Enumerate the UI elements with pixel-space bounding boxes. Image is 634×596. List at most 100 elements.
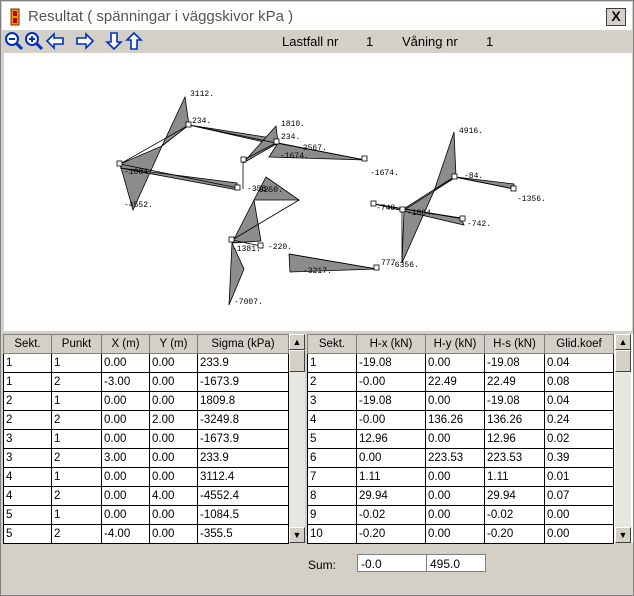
- cell-hx[interactable]: -0.20: [356, 524, 426, 544]
- table-row[interactable]: 8 29.94 0.00 29.94 0.07: [307, 486, 614, 506]
- table-row[interactable]: 3 2 3.00 0.00 233.9: [3, 448, 289, 468]
- table-row[interactable]: 5 1 0.00 0.00 -1084.5: [3, 505, 289, 525]
- cell-hy[interactable]: 136.26: [425, 410, 485, 430]
- cell-glidkoef[interactable]: 0.39: [544, 448, 614, 468]
- cell-sekt[interactable]: 3: [307, 391, 357, 411]
- cell-sekt[interactable]: 1: [307, 353, 357, 373]
- cell-glidkoef[interactable]: 0.00: [544, 524, 614, 544]
- scroll-up-icon[interactable]: ▲: [289, 334, 305, 350]
- cell-sigma[interactable]: -1673.9: [197, 429, 289, 449]
- table-row[interactable]: 1 1 0.00 0.00 233.9: [3, 353, 289, 373]
- close-button[interactable]: X: [606, 8, 626, 26]
- cell-sigma[interactable]: -4552.4: [197, 486, 289, 506]
- cell-punkt[interactable]: 1: [51, 467, 102, 487]
- table-row[interactable]: 1 2 -3.00 0.00 -1673.9: [3, 372, 289, 392]
- cell-hy[interactable]: 223.53: [425, 448, 485, 468]
- cell-punkt[interactable]: 2: [51, 524, 102, 544]
- cell-hy[interactable]: 0.00: [425, 391, 485, 411]
- cell-sekt[interactable]: 3: [3, 448, 52, 468]
- cell-sekt[interactable]: 4: [3, 467, 52, 487]
- header-punkt[interactable]: Punkt: [51, 334, 102, 354]
- cell-x[interactable]: 0.00: [101, 410, 150, 430]
- header-y[interactable]: Y (m): [149, 334, 198, 354]
- table-row[interactable]: 5 12.96 0.00 12.96 0.02: [307, 429, 614, 449]
- table-row[interactable]: 2 1 0.00 0.00 1809.8: [3, 391, 289, 411]
- cell-glidkoef[interactable]: 0.00: [544, 505, 614, 525]
- cell-punkt[interactable]: 1: [51, 429, 102, 449]
- cell-hy[interactable]: 0.00: [425, 353, 485, 373]
- cell-y[interactable]: 4.00: [149, 486, 198, 506]
- cell-sigma[interactable]: -355.5: [197, 524, 289, 544]
- cell-x[interactable]: 3.00: [101, 448, 150, 468]
- cell-y[interactable]: 0.00: [149, 391, 198, 411]
- table-row[interactable]: 5 2 -4.00 0.00 -355.5: [3, 524, 289, 544]
- cell-hy[interactable]: 0.00: [425, 524, 485, 544]
- header-sekt[interactable]: Sekt.: [3, 334, 52, 354]
- cell-x[interactable]: 0.00: [101, 486, 150, 506]
- table-row[interactable]: 10 -0.20 0.00 -0.20 0.00: [307, 524, 614, 544]
- right-scrollbar[interactable]: ▲ ▼: [615, 334, 631, 543]
- cell-sigma[interactable]: 233.9: [197, 448, 289, 468]
- cell-y[interactable]: 0.00: [149, 448, 198, 468]
- cell-sekt[interactable]: 2: [307, 372, 357, 392]
- table-row[interactable]: 4 2 0.00 4.00 -4552.4: [3, 486, 289, 506]
- scroll-up-icon[interactable]: ▲: [615, 334, 631, 350]
- left-scrollbar[interactable]: ▲ ▼: [289, 334, 305, 543]
- header-hs[interactable]: H-s (kN): [484, 334, 545, 354]
- table-row[interactable]: 6 0.00 223.53 223.53 0.39: [307, 448, 614, 468]
- cell-x[interactable]: -3.00: [101, 372, 150, 392]
- cell-y[interactable]: 0.00: [149, 372, 198, 392]
- cell-hx[interactable]: -0.00: [356, 372, 426, 392]
- zoom-in-icon[interactable]: [24, 31, 44, 51]
- stress-diagram-canvas[interactable]: 3112. 234. 1810. 234. -3567. -1674. -167…: [4, 53, 632, 331]
- table-row[interactable]: 4 -0.00 136.26 136.26 0.24: [307, 410, 614, 430]
- cell-sigma[interactable]: -3249.8: [197, 410, 289, 430]
- cell-glidkoef[interactable]: 0.02: [544, 429, 614, 449]
- cell-punkt[interactable]: 2: [51, 372, 102, 392]
- cell-hy[interactable]: 22.49: [425, 372, 485, 392]
- cell-glidkoef[interactable]: 0.08: [544, 372, 614, 392]
- arrow-left-icon[interactable]: [45, 31, 65, 51]
- cell-x[interactable]: 0.00: [101, 353, 150, 373]
- cell-hy[interactable]: 0.00: [425, 505, 485, 525]
- table-row[interactable]: 4 1 0.00 0.00 3112.4: [3, 467, 289, 487]
- cell-x[interactable]: 0.00: [101, 505, 150, 525]
- cell-hs[interactable]: -0.02: [484, 505, 545, 525]
- cell-x[interactable]: 0.00: [101, 467, 150, 487]
- cell-sekt[interactable]: 5: [3, 524, 52, 544]
- cell-x[interactable]: 0.00: [101, 429, 150, 449]
- cell-y[interactable]: 0.00: [149, 429, 198, 449]
- cell-sekt[interactable]: 1: [3, 353, 52, 373]
- table-row[interactable]: 2 2 0.00 2.00 -3249.8: [3, 410, 289, 430]
- cell-hs[interactable]: 1.11: [484, 467, 545, 487]
- table-row[interactable]: 3 -19.08 0.00 -19.08 0.04: [307, 391, 614, 411]
- cell-sekt[interactable]: 10: [307, 524, 357, 544]
- arrow-down-icon[interactable]: [104, 31, 124, 51]
- scroll-down-icon[interactable]: ▼: [615, 527, 631, 543]
- cell-sigma[interactable]: 3112.4: [197, 467, 289, 487]
- cell-punkt[interactable]: 1: [51, 391, 102, 411]
- cell-sigma[interactable]: -1084.5: [197, 505, 289, 525]
- cell-y[interactable]: 0.00: [149, 524, 198, 544]
- cell-punkt[interactable]: 2: [51, 448, 102, 468]
- cell-hs[interactable]: 12.96: [484, 429, 545, 449]
- scroll-down-icon[interactable]: ▼: [289, 527, 305, 543]
- cell-sigma[interactable]: 1809.8: [197, 391, 289, 411]
- cell-glidkoef[interactable]: 0.01: [544, 467, 614, 487]
- zoom-out-icon[interactable]: [4, 31, 24, 51]
- cell-hs[interactable]: 136.26: [484, 410, 545, 430]
- cell-sigma[interactable]: 233.9: [197, 353, 289, 373]
- cell-hx[interactable]: -0.02: [356, 505, 426, 525]
- cell-sekt[interactable]: 6: [307, 448, 357, 468]
- cell-sekt[interactable]: 8: [307, 486, 357, 506]
- header-hy[interactable]: H-y (kN): [425, 334, 485, 354]
- cell-punkt[interactable]: 1: [51, 353, 102, 373]
- arrow-up-icon[interactable]: [124, 31, 144, 51]
- cell-sekt[interactable]: 3: [3, 429, 52, 449]
- cell-sekt[interactable]: 2: [3, 410, 52, 430]
- table-row[interactable]: 2 -0.00 22.49 22.49 0.08: [307, 372, 614, 392]
- cell-hx[interactable]: 0.00: [356, 448, 426, 468]
- cell-sigma[interactable]: -1673.9: [197, 372, 289, 392]
- header-hx[interactable]: H-x (kN): [356, 334, 426, 354]
- table-row[interactable]: 9 -0.02 0.00 -0.02 0.00: [307, 505, 614, 525]
